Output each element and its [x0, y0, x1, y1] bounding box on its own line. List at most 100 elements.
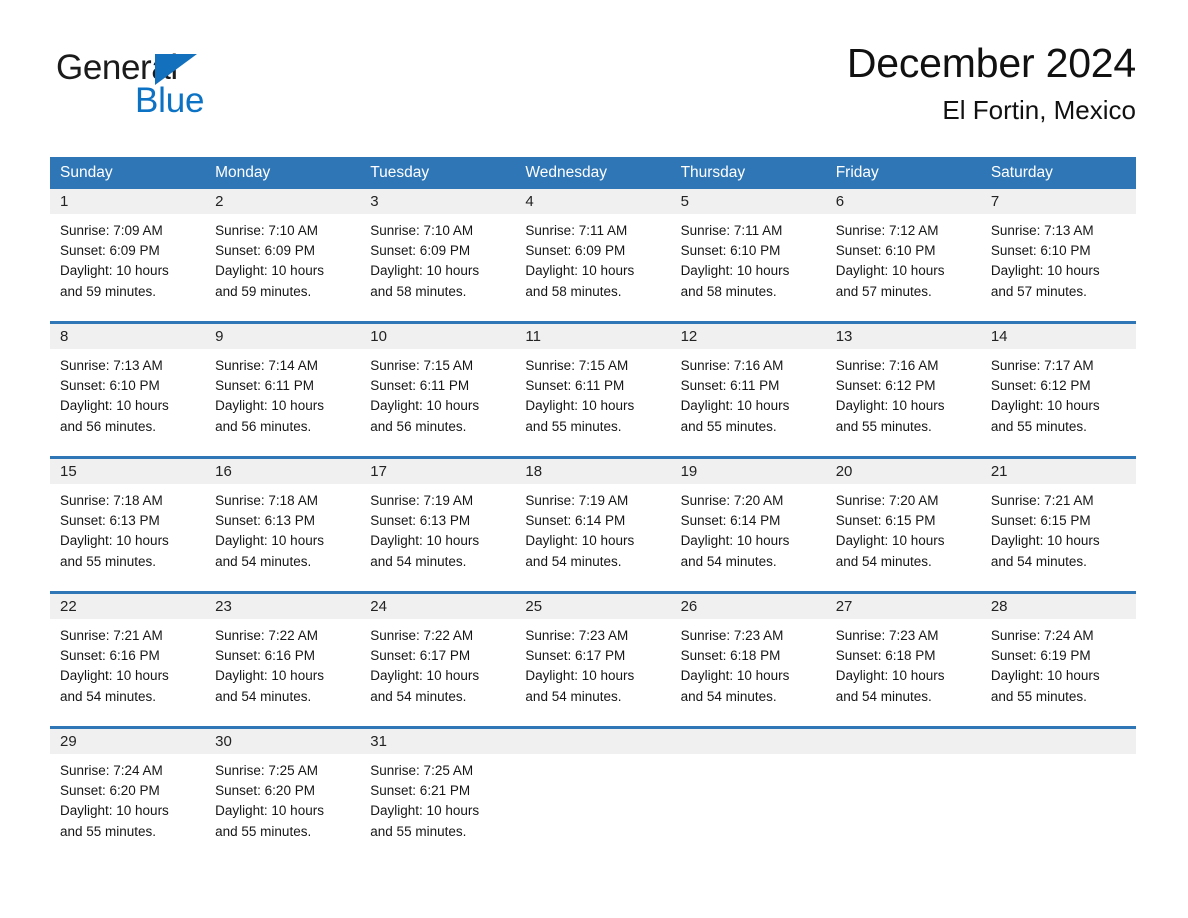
day-details: Sunrise: 7:11 AM Sunset: 6:10 PM Daylight:…	[671, 214, 826, 302]
sunset-text: Sunset: 6:11 PM	[680, 378, 780, 394]
sunset-text: Sunset: 6:16 PM	[60, 648, 160, 664]
daylight-text-line2: and 58 minutes.	[370, 283, 467, 299]
day-cell[interactable]: 28 Sunrise: 7:24 AM Sunset: 6:19 PM Dayligh…	[980, 594, 1136, 716]
sunrise-text: Sunrise: 7:11 AM	[680, 223, 783, 238]
day-cell[interactable]: 18 Sunrise: 7:19 AM Sunset: 6:14 PM Dayligh…	[515, 459, 671, 581]
daylight-text-line1: Daylight: 10 hours	[525, 533, 635, 549]
day-cell[interactable]: 29 Sunrise: 7:24 AM Sunset: 6:20 PM Dayligh…	[50, 729, 206, 851]
weekday-header-sunday: Sunday	[60, 164, 113, 181]
day-cell[interactable]: 14 Sunrise: 7:17 AM Sunset: 6:12 PM Dayligh…	[980, 324, 1136, 446]
day-cell-empty	[825, 729, 981, 851]
day-number: 23	[205, 594, 361, 619]
day-number: 17	[360, 459, 516, 484]
day-details: Sunrise: 7:17 AM Sunset: 6:12 PM Daylight:…	[981, 349, 1136, 437]
daylight-text-line2: and 55 minutes.	[990, 418, 1087, 434]
daylight-text-line1: Daylight: 10 hours	[525, 668, 635, 684]
day-cell[interactable]: 4 Sunrise: 7:11 AM Sunset: 6:09 PM Daylight…	[515, 189, 671, 311]
sunset-text: Sunset: 6:09 PM	[525, 243, 626, 259]
daylight-text-line1: Daylight: 10 hours	[680, 533, 790, 549]
day-details: Sunrise: 7:22 AM Sunset: 6:16 PM Daylight:…	[205, 619, 360, 707]
day-cell[interactable]: 27 Sunrise: 7:23 AM Sunset: 6:18 PM Dayligh…	[825, 594, 981, 716]
day-cell[interactable]: 30 Sunrise: 7:25 AM Sunset: 6:20 PM Dayligh…	[205, 729, 361, 851]
day-cell[interactable]: 8 Sunrise: 7:13 AM Sunset: 6:10 PM Daylight…	[50, 324, 206, 446]
day-cell[interactable]: 25 Sunrise: 7:23 AM Sunset: 6:17 PM Dayligh…	[515, 594, 671, 716]
day-number: 1	[50, 189, 206, 214]
sunrise-text: Sunrise: 7:22 AM	[370, 628, 474, 643]
daylight-text-line1: Daylight: 10 hours	[370, 533, 480, 549]
day-cell[interactable]: 15 Sunrise: 7:18 AM Sunset: 6:13 PM Dayligh…	[50, 459, 206, 581]
daylight-text-line1: Daylight: 10 hours	[370, 263, 480, 279]
day-details: Sunrise: 7:11 AM Sunset: 6:09 PM Daylight:…	[515, 214, 670, 302]
day-cell[interactable]: 19 Sunrise: 7:20 AM Sunset: 6:14 PM Dayligh…	[670, 459, 826, 581]
day-details: Sunrise: 7:22 AM Sunset: 6:17 PM Daylight:…	[360, 619, 515, 707]
sunset-text: Sunset: 6:09 PM	[60, 243, 160, 259]
day-cell[interactable]: 6 Sunrise: 7:12 AM Sunset: 6:10 PM Daylight…	[825, 189, 981, 311]
daylight-text-line1: Daylight: 10 hours	[215, 398, 324, 414]
day-cell[interactable]: 7 Sunrise: 7:13 AM Sunset: 6:10 PM Daylight…	[980, 189, 1136, 311]
daylight-text-line1: Daylight: 10 hours	[215, 533, 324, 549]
daylight-text-line2: and 55 minutes.	[370, 823, 467, 839]
daylight-text-line2: and 54 minutes.	[525, 688, 622, 704]
sunrise-text: Sunrise: 7:25 AM	[215, 763, 318, 778]
daylight-text-line1: Daylight: 10 hours	[680, 668, 790, 684]
sunset-text: Sunset: 6:09 PM	[215, 243, 315, 259]
day-details: Sunrise: 7:23 AM Sunset: 6:17 PM Daylight:…	[515, 619, 670, 707]
daylight-text-line1: Daylight: 10 hours	[60, 263, 169, 279]
day-cell[interactable]: 31 Sunrise: 7:25 AM Sunset: 6:21 PM Dayligh…	[360, 729, 516, 851]
day-cell[interactable]: 10 Sunrise: 7:15 AM Sunset: 6:11 PM Dayligh…	[360, 324, 516, 446]
day-cell[interactable]: 13 Sunrise: 7:16 AM Sunset: 6:12 PM Dayligh…	[825, 324, 981, 446]
sunset-text: Sunset: 6:20 PM	[215, 783, 315, 799]
day-cell[interactable]: 3 Sunrise: 7:10 AM Sunset: 6:09 PM Daylight…	[360, 189, 516, 311]
sunset-text: Sunset: 6:11 PM	[370, 378, 470, 394]
daylight-text-line2: and 54 minutes.	[215, 688, 312, 704]
day-cell[interactable]: 22 Sunrise: 7:21 AM Sunset: 6:16 PM Dayligh…	[50, 594, 206, 716]
day-number: 2	[205, 189, 361, 214]
sunset-text: Sunset: 6:15 PM	[990, 513, 1091, 529]
day-cell-empty	[670, 729, 826, 851]
daylight-text-line2: and 56 minutes.	[60, 418, 157, 434]
day-cell[interactable]: 20 Sunrise: 7:20 AM Sunset: 6:15 PM Dayligh…	[825, 459, 981, 581]
day-details: Sunrise: 7:21 AM Sunset: 6:16 PM Daylight:…	[50, 619, 205, 707]
sunset-text: Sunset: 6:14 PM	[680, 513, 781, 529]
title-block: December 2024 El Fortin, Mexico	[847, 40, 1136, 126]
calendar-week-row: 1 Sunrise: 7:09 AM Sunset: 6:09 PM Daylight…	[50, 189, 1136, 311]
day-cell[interactable]: 1 Sunrise: 7:09 AM Sunset: 6:09 PM Daylight…	[50, 189, 206, 311]
sunset-text: Sunset: 6:15 PM	[835, 513, 936, 529]
day-number	[825, 729, 981, 754]
day-number: 6	[825, 189, 981, 214]
daylight-text-line1: Daylight: 10 hours	[990, 668, 1100, 684]
day-cell[interactable]: 26 Sunrise: 7:23 AM Sunset: 6:18 PM Dayligh…	[670, 594, 826, 716]
day-cell[interactable]: 2 Sunrise: 7:10 AM Sunset: 6:09 PM Daylight…	[205, 189, 361, 311]
calendar-week-row: 29 Sunrise: 7:24 AM Sunset: 6:20 PM Dayligh…	[50, 726, 1136, 851]
day-number: 3	[360, 189, 516, 214]
day-number: 11	[515, 324, 671, 349]
day-cell[interactable]: 9 Sunrise: 7:14 AM Sunset: 6:11 PM Daylight…	[205, 324, 361, 446]
daylight-text-line1: Daylight: 10 hours	[990, 263, 1100, 279]
daylight-text-line1: Daylight: 10 hours	[525, 398, 635, 414]
day-number: 9	[205, 324, 361, 349]
day-cell[interactable]: 16 Sunrise: 7:18 AM Sunset: 6:13 PM Dayligh…	[205, 459, 361, 581]
daylight-text-line2: and 54 minutes.	[835, 553, 932, 569]
sunset-text: Sunset: 6:17 PM	[370, 648, 471, 664]
sunset-text: Sunset: 6:10 PM	[990, 243, 1091, 259]
generalblue-logo[interactable]: General Blue	[56, 50, 266, 132]
day-cell[interactable]: 12 Sunrise: 7:16 AM Sunset: 6:11 PM Dayligh…	[670, 324, 826, 446]
sunset-text: Sunset: 6:12 PM	[835, 378, 936, 394]
sunrise-text: Sunrise: 7:18 AM	[60, 493, 163, 508]
day-cell[interactable]: 24 Sunrise: 7:22 AM Sunset: 6:17 PM Dayligh…	[360, 594, 516, 716]
day-cell[interactable]: 11 Sunrise: 7:15 AM Sunset: 6:11 PM Dayligh…	[515, 324, 671, 446]
daylight-text-line1: Daylight: 10 hours	[990, 533, 1100, 549]
day-cell[interactable]: 23 Sunrise: 7:22 AM Sunset: 6:16 PM Dayligh…	[205, 594, 361, 716]
calendar-table: Sunday Monday Tuesday Wednesday Thursday Frid…	[50, 157, 1136, 851]
weekday-header-thursday: Thursday	[680, 164, 746, 181]
day-cell[interactable]: 21 Sunrise: 7:21 AM Sunset: 6:15 PM Dayligh…	[980, 459, 1136, 581]
day-details: Sunrise: 7:23 AM Sunset: 6:18 PM Daylight:…	[826, 619, 981, 707]
day-cell[interactable]: 17 Sunrise: 7:19 AM Sunset: 6:13 PM Dayligh…	[360, 459, 516, 581]
daylight-text-line1: Daylight: 10 hours	[215, 263, 324, 279]
day-cell[interactable]: 5 Sunrise: 7:11 AM Sunset: 6:10 PM Daylight…	[670, 189, 826, 311]
sunset-text: Sunset: 6:13 PM	[60, 513, 160, 529]
daylight-text-line2: and 54 minutes.	[835, 688, 932, 704]
day-details: Sunrise: 7:13 AM Sunset: 6:10 PM Daylight:…	[981, 214, 1136, 302]
day-details: Sunrise: 7:20 AM Sunset: 6:15 PM Daylight:…	[826, 484, 981, 572]
sunset-text: Sunset: 6:11 PM	[525, 378, 625, 394]
